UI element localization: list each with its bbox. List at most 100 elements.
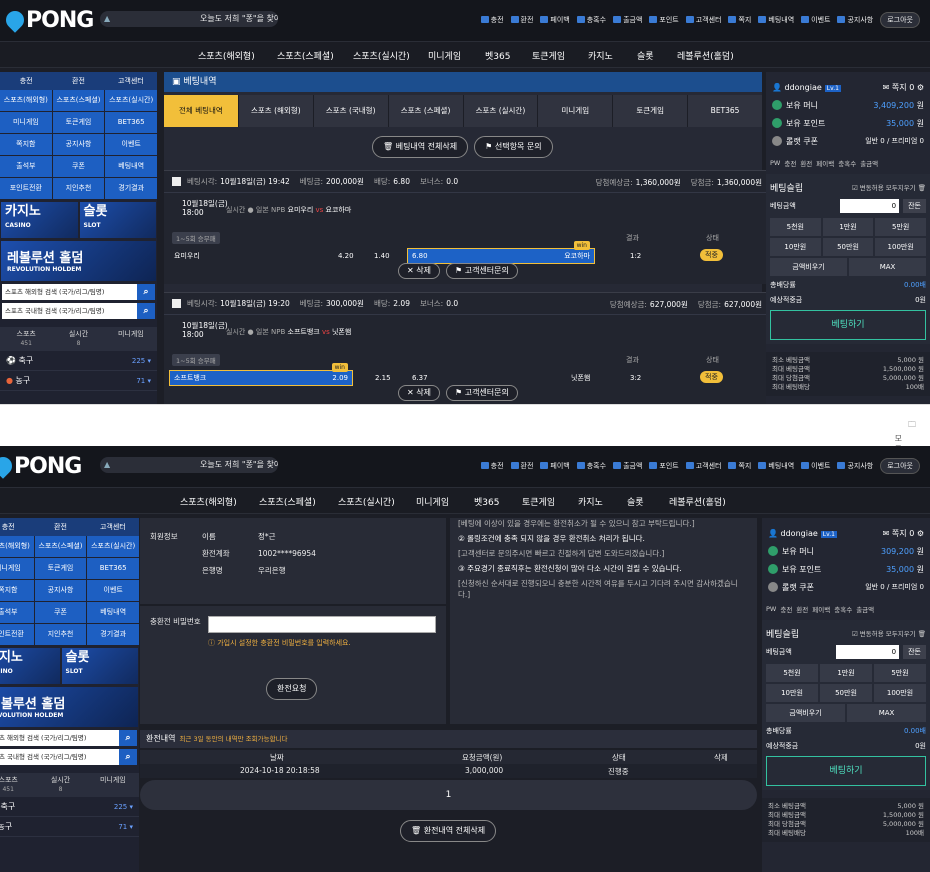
top-link-point[interactable]: 포인트 — [649, 15, 679, 25]
chip-button[interactable]: 10만원 — [770, 238, 821, 256]
user-link[interactable]: 출금액 — [856, 604, 874, 614]
chip-button[interactable]: 5천원 — [766, 664, 818, 682]
top-link-payback[interactable]: 페이백 — [540, 461, 570, 471]
menu-item[interactable]: 스포츠(스페셜) — [34, 536, 87, 557]
quick-withdraw[interactable]: 환전 — [52, 72, 104, 90]
menu-item[interactable]: 쪽지함 — [0, 580, 34, 601]
menu-item[interactable]: 쿠폰 — [52, 156, 105, 177]
max-button[interactable]: MAX — [847, 704, 926, 722]
support-inquiry-button[interactable]: ⚑ 고객센터문의 — [445, 263, 518, 279]
tab-sports[interactable]: 스포츠 451 — [0, 327, 52, 351]
menu-item[interactable]: 이벤트 — [87, 580, 139, 601]
menu-item[interactable]: 공지사항 — [52, 134, 105, 155]
top-link-support[interactable]: 고객센터 — [685, 15, 721, 25]
reset-button[interactable]: 잔돈 — [903, 645, 926, 659]
delete-bet-button[interactable]: ✕ 삭제 — [398, 385, 440, 401]
top-link-out[interactable]: 출금액 — [613, 15, 642, 25]
user-link[interactable]: 충혹수 — [834, 604, 852, 614]
slot-banner[interactable]: 슬롯 SLOT — [61, 648, 138, 684]
withdraw-request-button[interactable]: 환전요청 — [266, 678, 318, 700]
user-link[interactable]: 페이백 — [812, 604, 830, 614]
quick-support[interactable]: 고객센터 — [105, 72, 157, 90]
user-link[interactable]: 충혹수 — [838, 158, 856, 168]
page-number[interactable]: 1 — [446, 790, 452, 800]
tab-all[interactable]: 전체 베팅내역 — [164, 95, 238, 127]
tab-filter[interactable]: 스포츠 (국내형) — [313, 95, 388, 127]
place-bet-button[interactable]: 베팅하기 — [770, 310, 926, 340]
clear-all-button[interactable]: 모두지우기 — [886, 630, 916, 638]
nav-token[interactable]: 토큰게임 — [532, 49, 565, 62]
bet-checkbox[interactable] — [172, 177, 181, 186]
league-soccer[interactable]: ⚽ 축구225 ▾ — [0, 797, 139, 817]
delete-all-bets-button[interactable]: 🗑 베팅내역 전체삭제 — [372, 136, 469, 158]
top-link-support[interactable]: 고객센터 — [685, 461, 721, 471]
chip-button[interactable]: 100만원 — [874, 684, 926, 702]
tab-sports[interactable]: 스포츠 451 — [0, 773, 34, 797]
menu-item[interactable]: 베팅내역 — [87, 602, 139, 623]
nav-sports-intl[interactable]: 스포츠(해외형) — [198, 49, 255, 62]
menu-item[interactable]: 스포츠(실시간) — [87, 536, 139, 557]
clear-all-button[interactable]: 모두지우기 — [886, 184, 916, 192]
top-link-point[interactable]: 포인트 — [649, 461, 679, 471]
top-link-withdraw[interactable]: 환전 — [510, 15, 533, 25]
allow-change-toggle[interactable]: ☑ 변동허용 — [852, 630, 884, 638]
menu-item[interactable]: 미니게임 — [0, 558, 34, 579]
nav-holdem[interactable]: 레볼루션(홀덤) — [677, 49, 734, 62]
quick-support[interactable]: 고객센터 — [87, 518, 139, 536]
nav-bet365[interactable]: 벳365 — [474, 495, 499, 508]
top-link-withdraw[interactable]: 환전 — [510, 461, 533, 471]
menu-item[interactable]: 포인트전환 — [0, 178, 52, 199]
nav-minigame[interactable]: 미니게임 — [416, 495, 449, 508]
search-icon[interactable]: ⌕ — [119, 749, 137, 765]
slot-banner[interactable]: 슬롯 SLOT — [79, 202, 156, 238]
quick-withdraw[interactable]: 환전 — [34, 518, 86, 536]
chip-button[interactable]: 5만원 — [875, 218, 926, 236]
support-inquiry-button[interactable]: ⚑ 고객센터문의 — [445, 385, 518, 401]
max-button[interactable]: MAX — [849, 258, 926, 276]
menu-item[interactable]: 토큰게임 — [52, 112, 105, 133]
league-basketball[interactable]: ● 농구71 ▾ — [0, 371, 157, 391]
menu-item[interactable]: 경기결과 — [87, 624, 139, 645]
user-link[interactable]: 페이백 — [816, 158, 834, 168]
delete-bet-button[interactable]: ✕ 삭제 — [398, 263, 440, 279]
menu-item[interactable]: 스포츠(해외형) — [0, 536, 34, 557]
nav-casino[interactable]: 카지노 — [578, 495, 603, 508]
nav-casino[interactable]: 카지노 — [588, 49, 613, 62]
nav-slot[interactable]: 슬롯 — [627, 495, 644, 508]
menu-item[interactable]: 베팅내역 — [105, 156, 157, 177]
delete-withdraw-history-button[interactable]: 🗑 환전내역 전체삭제 — [400, 820, 497, 842]
reset-button[interactable]: 잔돈 — [903, 199, 926, 213]
league-soccer[interactable]: ⚽ 축구225 ▾ — [0, 351, 157, 371]
menu-item[interactable]: 토큰게임 — [34, 558, 87, 579]
menu-item[interactable]: 포인트전환 — [0, 624, 34, 645]
tab-filter[interactable]: 스포츠 (실시간) — [463, 95, 538, 127]
menu-item[interactable]: 미니게임 — [0, 112, 52, 133]
holdem-banner[interactable]: 레볼루션 홀덤REVOLUTION HOLDEM — [1, 241, 156, 281]
user-link[interactable]: 출금액 — [860, 158, 878, 168]
top-link-out[interactable]: 출금액 — [613, 461, 642, 471]
top-link-count[interactable]: 충혹수 — [576, 461, 606, 471]
menu-item[interactable]: 경기결과 — [105, 178, 157, 199]
chip-button[interactable]: 100만원 — [875, 238, 926, 256]
menu-item[interactable]: 지인추천 — [34, 624, 87, 645]
menu-item[interactable]: 스포츠(스페셜) — [52, 90, 105, 111]
chip-button[interactable]: 1만원 — [820, 664, 872, 682]
chip-button[interactable]: 50만원 — [822, 238, 874, 256]
nav-minigame[interactable]: 미니게임 — [428, 49, 461, 62]
search-icon[interactable]: ⌕ — [119, 730, 137, 746]
tab-live[interactable]: 실시간 8 — [52, 327, 104, 351]
top-link-bets[interactable]: 베팅내역 — [758, 15, 794, 25]
place-bet-button[interactable]: 베팅하기 — [766, 756, 926, 786]
user-link[interactable]: PW — [766, 605, 776, 613]
menu-item[interactable]: 쿠폰 — [34, 602, 87, 623]
top-link-deposit[interactable]: 충전 — [480, 461, 504, 471]
tab-filter[interactable]: BET365 — [688, 95, 762, 127]
quick-deposit[interactable]: 충전 — [0, 72, 52, 90]
tab-filter[interactable]: 스포츠 (스페셜) — [388, 95, 463, 127]
chip-button[interactable]: 5천원 — [770, 218, 821, 236]
top-link-count[interactable]: 충혹수 — [576, 15, 606, 25]
chip-button[interactable]: 1만원 — [822, 218, 874, 236]
nav-bet365[interactable]: 벳365 — [485, 49, 510, 62]
user-link[interactable]: 충전 — [780, 604, 792, 614]
search-icon[interactable]: ⌕ — [137, 284, 155, 300]
